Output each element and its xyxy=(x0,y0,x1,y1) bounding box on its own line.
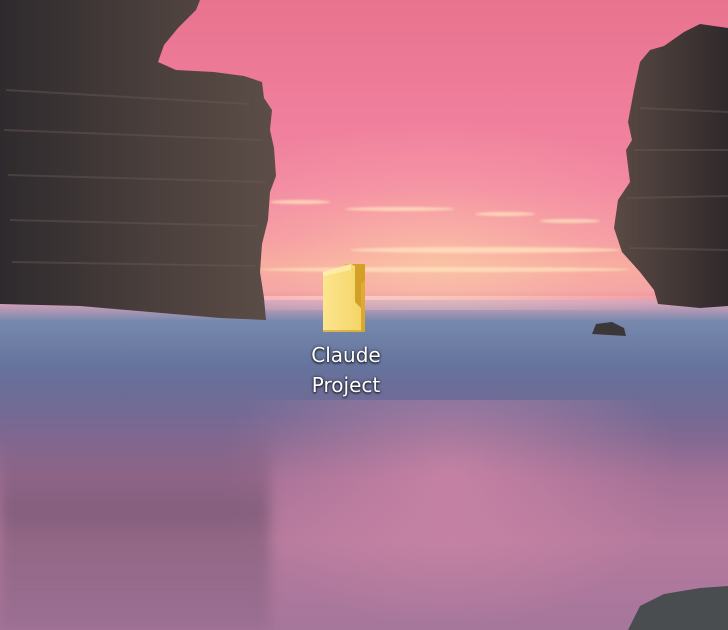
desktop-icon-label: Claude Project xyxy=(311,343,381,397)
desktop-icon-claude-project[interactable]: Claude Project xyxy=(296,262,396,402)
left-sea-stack xyxy=(0,0,276,320)
right-sea-stack xyxy=(614,24,728,308)
small-rock xyxy=(592,322,626,336)
folder-icon xyxy=(323,264,365,332)
foreground-rock xyxy=(628,586,728,630)
desktop[interactable]: Claude Project xyxy=(0,0,728,630)
